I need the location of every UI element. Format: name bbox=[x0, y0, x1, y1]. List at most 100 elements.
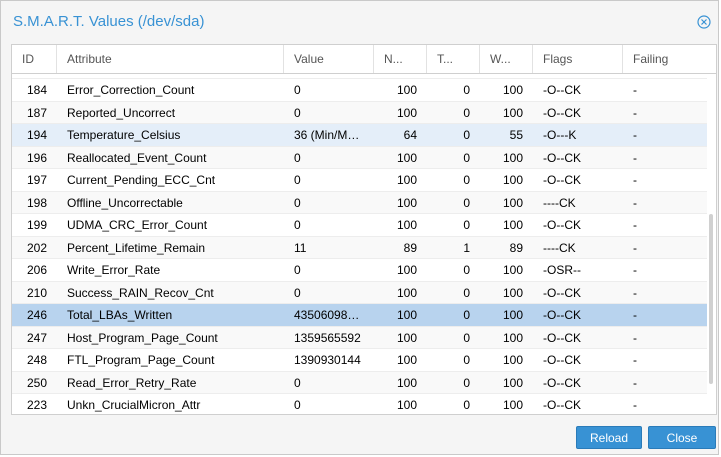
cell-value: 0 bbox=[294, 195, 301, 210]
table-row[interactable]: 210 Success_RAIN_Recov_Cnt 0 100 0 100 -O--CK - bbox=[12, 281, 707, 304]
cell-value: 36 (Min/Max 23/55) bbox=[294, 128, 374, 142]
column-header-attribute[interactable]: Attribute bbox=[57, 45, 284, 73]
table-row[interactable]: 196 Reallocated_Event_Count 0 100 0 100 -O--CK… bbox=[12, 146, 707, 169]
grid-body: 184 Error_Correction_Count 0 100 0 100 -O--CK -… bbox=[12, 74, 716, 414]
cell-id: 184 bbox=[26, 83, 47, 97]
cell-flags: -O--CK bbox=[543, 173, 581, 187]
scrollbar-thumb[interactable] bbox=[709, 214, 713, 384]
cell-worst: 100 bbox=[502, 398, 523, 412]
table-row[interactable]: 247 Host_Program_Page_Count 1359565592 100 0… bbox=[12, 326, 707, 349]
table-row[interactable]: 223 Unkn_CrucialMicron_Attr 0 100 0 100 -O--CK… bbox=[12, 394, 707, 414]
cell-attribute: Write_Error_Rate bbox=[67, 263, 161, 277]
cell-attribute: UDMA_CRC_Error_Count bbox=[67, 218, 208, 232]
column-header-worst[interactable]: W... bbox=[480, 45, 533, 73]
cell-threshold: 0 bbox=[463, 285, 470, 300]
grid-header: ID Attribute Value N... T... W... Flags … bbox=[12, 45, 716, 74]
column-header-failing[interactable]: Failing bbox=[623, 45, 707, 73]
cell-flags: -O--CK bbox=[543, 105, 581, 120]
cell-failing: - bbox=[633, 83, 637, 97]
table-row[interactable]: 198 Offline_Uncorrectable 0 100 0 100 ----CK - bbox=[12, 191, 707, 214]
table-row[interactable]: 197 Current_Pending_ECC_Cnt 0 100 0 100 -O--CK… bbox=[12, 169, 707, 192]
cell-value: 0 bbox=[294, 218, 301, 232]
cell-flags: ----CK bbox=[543, 240, 576, 255]
cell-id: 250 bbox=[26, 375, 47, 390]
cell-threshold: 0 bbox=[463, 83, 470, 97]
cell-normalized: 100 bbox=[396, 398, 417, 412]
cell-normalized: 100 bbox=[396, 375, 417, 390]
cell-id: 210 bbox=[26, 285, 47, 300]
window-titlebar[interactable]: S.M.A.R.T. Values (/dev/sda) bbox=[1, 1, 718, 41]
cell-attribute: Success_RAIN_Recov_Cnt bbox=[67, 285, 214, 300]
cell-flags: -O--CK bbox=[543, 398, 581, 412]
cell-flags: -O--CK bbox=[543, 308, 581, 322]
table-row[interactable]: 194 Temperature_Celsius 36 (Min/Max 23/55)… bbox=[12, 124, 707, 147]
cell-value: 0 bbox=[294, 173, 301, 187]
cell-id: 248 bbox=[26, 353, 47, 367]
cell-failing: - bbox=[633, 263, 637, 277]
table-row[interactable]: 202 Percent_Lifetime_Remain 11 89 1 89 ----CK - bbox=[12, 236, 707, 259]
cell-attribute: Current_Pending_ECC_Cnt bbox=[67, 173, 216, 187]
cell-flags: -O--CK bbox=[543, 218, 581, 232]
column-header-normalized[interactable]: N... bbox=[374, 45, 427, 73]
cell-failing: - bbox=[633, 353, 637, 367]
cell-threshold: 0 bbox=[463, 195, 470, 210]
cell-id: 198 bbox=[26, 195, 47, 210]
cell-threshold: 0 bbox=[463, 263, 470, 277]
cell-attribute: Percent_Lifetime_Remain bbox=[67, 240, 206, 255]
cell-value: 0 bbox=[294, 398, 301, 412]
column-header-value[interactable]: Value bbox=[284, 45, 374, 73]
column-header-threshold[interactable]: T... bbox=[427, 45, 480, 73]
cell-id: 197 bbox=[26, 173, 47, 187]
cell-threshold: 0 bbox=[463, 375, 470, 390]
cell-attribute: Host_Program_Page_Count bbox=[67, 330, 218, 345]
cell-value: 1390930144 bbox=[294, 353, 361, 367]
cell-attribute: Temperature_Celsius bbox=[67, 128, 181, 142]
cell-failing: - bbox=[633, 173, 637, 187]
cell-normalized: 100 bbox=[396, 263, 417, 277]
vertical-scrollbar[interactable] bbox=[707, 74, 716, 414]
cell-threshold: 1 bbox=[463, 240, 470, 255]
cell-normalized: 100 bbox=[396, 105, 417, 120]
cell-threshold: 0 bbox=[463, 353, 470, 367]
cell-worst: 100 bbox=[502, 285, 523, 300]
table-row[interactable]: 246 Total_LBAs_Written 43506098945 100 0 100 -… bbox=[12, 304, 707, 327]
cell-normalized: 100 bbox=[396, 285, 417, 300]
smart-values-window: S.M.A.R.T. Values (/dev/sda) ID Attribut… bbox=[0, 0, 719, 455]
column-header-id[interactable]: ID bbox=[12, 45, 57, 73]
cell-normalized: 64 bbox=[403, 128, 417, 142]
cell-attribute: Reported_Uncorrect bbox=[67, 105, 176, 120]
cell-value: 0 bbox=[294, 285, 301, 300]
cell-value: 1359565592 bbox=[294, 330, 361, 345]
cell-id: 246 bbox=[26, 308, 47, 322]
table-row[interactable]: 184 Error_Correction_Count 0 100 0 100 -O--CK - bbox=[12, 79, 707, 102]
cell-id: 187 bbox=[26, 105, 47, 120]
cell-failing: - bbox=[633, 128, 637, 142]
cell-attribute: FTL_Program_Page_Count bbox=[67, 353, 215, 367]
reload-button[interactable]: Reload bbox=[576, 426, 642, 449]
cell-flags: -O--CK bbox=[543, 330, 581, 345]
cell-worst: 89 bbox=[509, 240, 523, 255]
column-header-flags[interactable]: Flags bbox=[533, 45, 623, 73]
cell-normalized: 89 bbox=[403, 240, 417, 255]
cell-threshold: 0 bbox=[463, 105, 470, 120]
cell-attribute: Total_LBAs_Written bbox=[67, 308, 173, 322]
cell-failing: - bbox=[633, 285, 637, 300]
cell-worst: 100 bbox=[502, 195, 523, 210]
close-circle-icon[interactable] bbox=[697, 15, 711, 29]
cell-worst: 100 bbox=[502, 375, 523, 390]
cell-value: 0 bbox=[294, 375, 301, 390]
cell-threshold: 0 bbox=[463, 308, 470, 322]
table-row[interactable]: 248 FTL_Program_Page_Count 1390930144 100 0 1… bbox=[12, 349, 707, 372]
cell-failing: - bbox=[633, 398, 637, 412]
cell-threshold: 0 bbox=[463, 330, 470, 345]
smart-attributes-grid: ID Attribute Value N... T... W... Flags … bbox=[11, 44, 717, 415]
close-button[interactable]: Close bbox=[648, 426, 716, 449]
table-row[interactable]: 250 Read_Error_Retry_Rate 0 100 0 100 -O--CK - bbox=[12, 371, 707, 394]
cell-threshold: 0 bbox=[463, 398, 470, 412]
table-row[interactable]: 187 Reported_Uncorrect 0 100 0 100 -O--CK - bbox=[12, 101, 707, 124]
cell-flags: ----CK bbox=[543, 195, 576, 210]
cell-failing: - bbox=[633, 195, 637, 210]
table-row[interactable]: 199 UDMA_CRC_Error_Count 0 100 0 100 -O--CK - bbox=[12, 214, 707, 237]
cell-value: 0 bbox=[294, 263, 301, 277]
table-row[interactable]: 206 Write_Error_Rate 0 100 0 100 -OSR-- - bbox=[12, 259, 707, 282]
